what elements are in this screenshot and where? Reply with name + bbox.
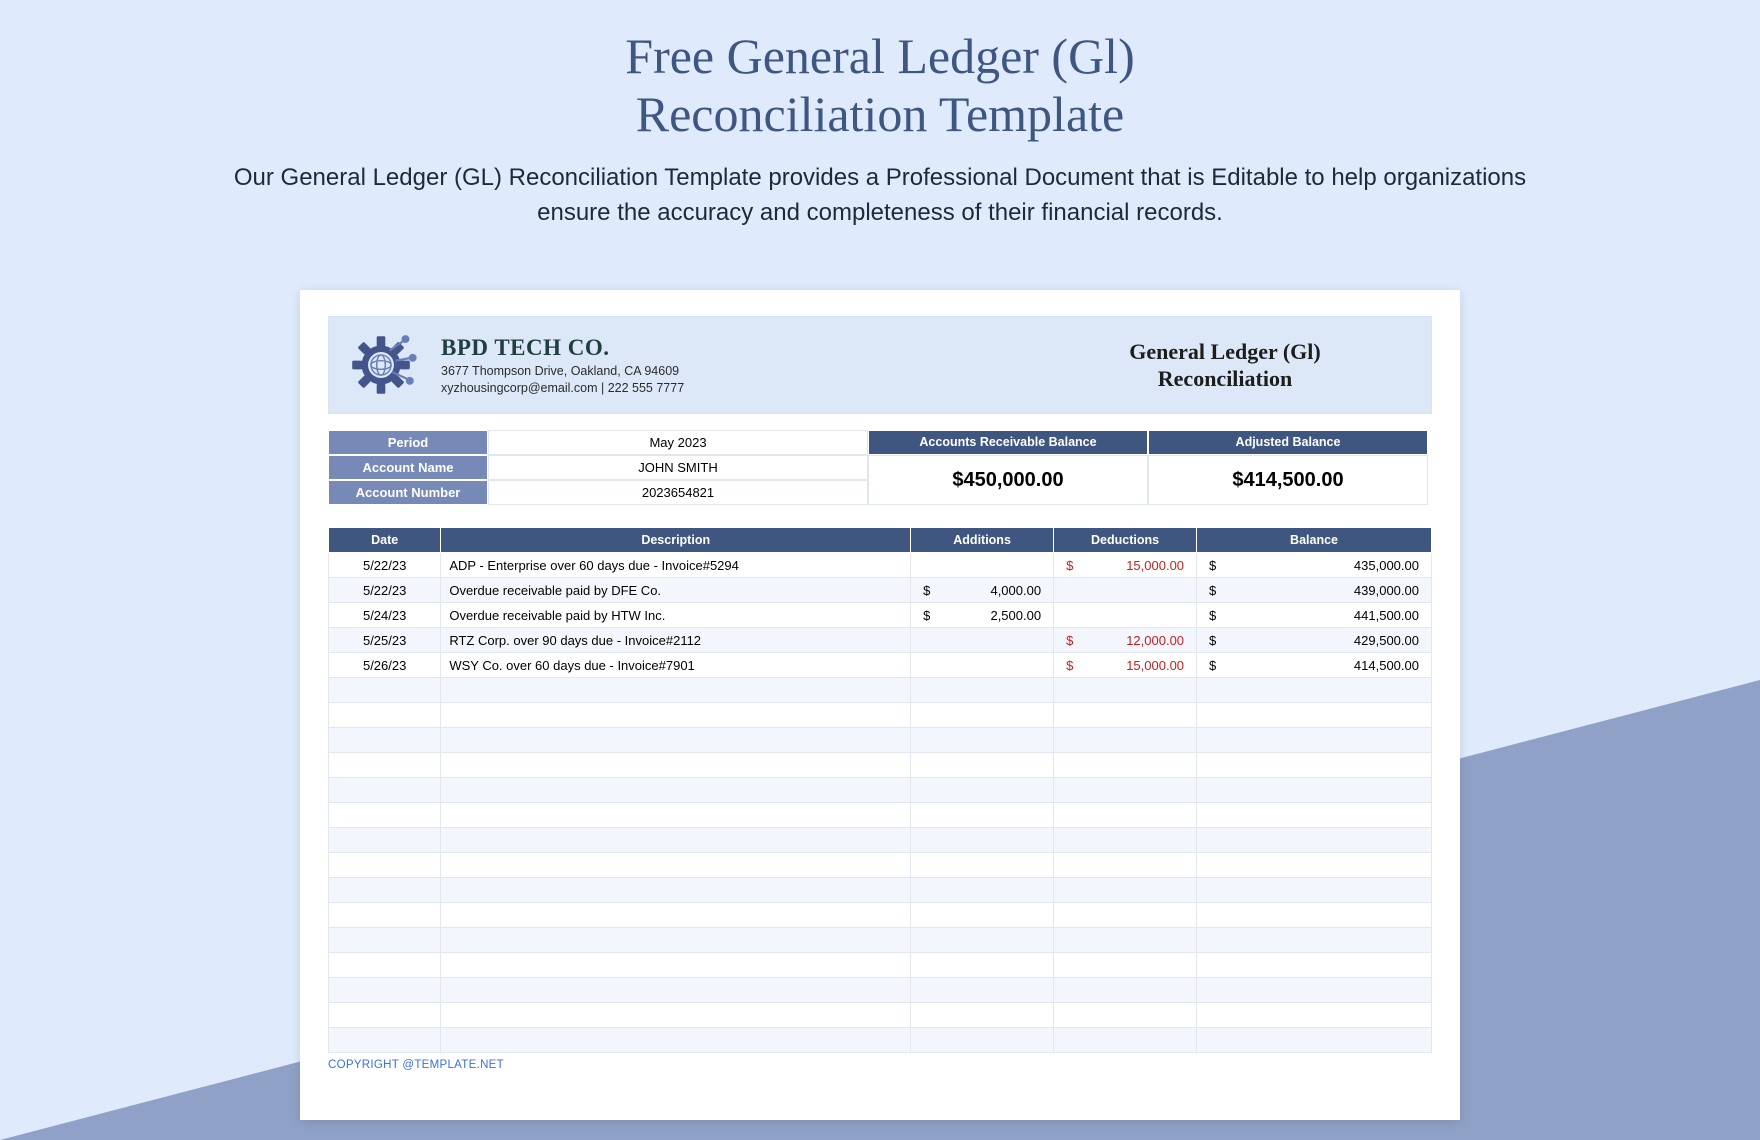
- cell-additions: [911, 628, 1054, 653]
- table-header-row: Date Description Additions Deductions Ba…: [329, 528, 1432, 553]
- company-address: 3677 Thompson Drive, Oakland, CA 94609: [441, 364, 1017, 378]
- table-row-empty: [329, 1003, 1432, 1028]
- cell-date: 5/22/23: [329, 553, 441, 578]
- table-row-empty: [329, 853, 1432, 878]
- cell-deductions: $15,000.00: [1054, 553, 1197, 578]
- th-deductions: Deductions: [1054, 528, 1197, 553]
- page-title: Free General Ledger (Gl) Reconciliation …: [0, 0, 1760, 143]
- company-name: BPD TECH CO.: [441, 335, 1017, 361]
- cell-date: 5/25/23: [329, 628, 441, 653]
- copyright-text: COPYRIGHT @TEMPLATE.NET: [328, 1059, 1432, 1071]
- table-row: 5/22/23Overdue receivable paid by DFE Co…: [329, 578, 1432, 603]
- cell-date: 5/26/23: [329, 653, 441, 678]
- cell-balance: $439,000.00: [1197, 578, 1432, 603]
- label-adjusted-balance: Adjusted Balance: [1148, 430, 1428, 455]
- table-row-empty: [329, 703, 1432, 728]
- table-row: 5/26/23WSY Co. over 60 days due - Invoic…: [329, 653, 1432, 678]
- cell-deductions: [1054, 603, 1197, 628]
- table-row-empty: [329, 778, 1432, 803]
- page-subtitle: Our General Ledger (GL) Reconciliation T…: [230, 161, 1530, 231]
- cell-balance: $435,000.00: [1197, 553, 1432, 578]
- table-row-empty: [329, 878, 1432, 903]
- th-date: Date: [329, 528, 441, 553]
- cell-description: RTZ Corp. over 90 days due - Invoice#211…: [441, 628, 911, 653]
- label-ar-balance: Accounts Receivable Balance: [868, 430, 1148, 455]
- cell-additions: [911, 553, 1054, 578]
- cell-date: 5/24/23: [329, 603, 441, 628]
- cell-additions: [911, 653, 1054, 678]
- cell-deductions: [1054, 578, 1197, 603]
- cell-additions: $4,000.00: [911, 578, 1054, 603]
- table-row-empty: [329, 753, 1432, 778]
- table-row-empty: [329, 728, 1432, 753]
- cell-description: WSY Co. over 60 days due - Invoice#7901: [441, 653, 911, 678]
- doc-title-line-1: General Ledger (Gl): [1129, 339, 1320, 364]
- document-header: BPD TECH CO. 3677 Thompson Drive, Oaklan…: [328, 316, 1432, 414]
- th-additions: Additions: [911, 528, 1054, 553]
- company-contact: xyzhousingcorp@email.com | 222 555 7777: [441, 381, 1017, 395]
- table-row-empty: [329, 928, 1432, 953]
- cell-balance: $441,500.00: [1197, 603, 1432, 628]
- value-adjusted-balance: $414,500.00: [1148, 455, 1428, 505]
- table-row-empty: [329, 978, 1432, 1003]
- value-period: May 2023: [488, 430, 868, 455]
- table-row-empty: [329, 903, 1432, 928]
- value-account-number: 2023654821: [488, 480, 868, 505]
- label-account-name: Account Name: [328, 455, 488, 480]
- company-block: BPD TECH CO. 3677 Thompson Drive, Oaklan…: [441, 335, 1017, 395]
- ledger-table: Date Description Additions Deductions Ba…: [328, 527, 1432, 1053]
- cell-description: Overdue receivable paid by DFE Co.: [441, 578, 911, 603]
- th-description: Description: [441, 528, 911, 553]
- table-row-empty: [329, 678, 1432, 703]
- cell-description: Overdue receivable paid by HTW Inc.: [441, 603, 911, 628]
- label-account-number: Account Number: [328, 480, 488, 505]
- page-stage: Free General Ledger (Gl) Reconciliation …: [0, 0, 1760, 1140]
- table-row-empty: [329, 828, 1432, 853]
- table-row-empty: [329, 1028, 1432, 1053]
- cell-additions: $2,500.00: [911, 603, 1054, 628]
- label-period: Period: [328, 430, 488, 455]
- table-row: 5/24/23Overdue receivable paid by HTW In…: [329, 603, 1432, 628]
- table-row: 5/22/23ADP - Enterprise over 60 days due…: [329, 553, 1432, 578]
- document-title: General Ledger (Gl) Reconciliation: [1035, 338, 1415, 393]
- cell-deductions: $15,000.00: [1054, 653, 1197, 678]
- cell-balance: $429,500.00: [1197, 628, 1432, 653]
- value-account-name: JOHN SMITH: [488, 455, 868, 480]
- document-preview: BPD TECH CO. 3677 Thompson Drive, Oaklan…: [300, 290, 1460, 1120]
- cell-balance: $414,500.00: [1197, 653, 1432, 678]
- cell-deductions: $12,000.00: [1054, 628, 1197, 653]
- table-row-empty: [329, 953, 1432, 978]
- summary-grid: Period May 2023 Accounts Receivable Bala…: [328, 430, 1432, 505]
- doc-title-line-2: Reconciliation: [1158, 366, 1292, 391]
- company-logo: [339, 327, 423, 403]
- cell-description: ADP - Enterprise over 60 days due - Invo…: [441, 553, 911, 578]
- table-row-empty: [329, 803, 1432, 828]
- th-balance: Balance: [1197, 528, 1432, 553]
- table-row: 5/25/23RTZ Corp. over 90 days due - Invo…: [329, 628, 1432, 653]
- title-line-1: Free General Ledger (Gl): [625, 28, 1134, 84]
- value-ar-balance: $450,000.00: [868, 455, 1148, 505]
- cell-date: 5/22/23: [329, 578, 441, 603]
- title-line-2: Reconciliation Template: [636, 86, 1124, 142]
